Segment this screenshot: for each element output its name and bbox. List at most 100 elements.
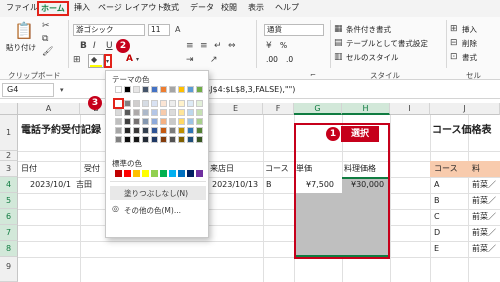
row-header-3[interactable]: 3	[0, 161, 18, 177]
theme-color-swatch[interactable]	[187, 86, 194, 93]
table-format-button[interactable]: テーブルとして書式設定	[346, 38, 428, 49]
theme-color-swatch[interactable]	[124, 127, 131, 134]
theme-color-swatch[interactable]	[196, 118, 203, 125]
grow-font-icon[interactable]: A	[175, 25, 180, 35]
theme-color-swatch[interactable]	[178, 100, 185, 107]
font-size-select[interactable]: 11	[148, 24, 170, 36]
font-name-select[interactable]: 游ゴシック	[73, 24, 145, 36]
bold-icon[interactable]: B	[80, 41, 87, 51]
fill-color-dropdown[interactable]: ▾	[104, 54, 112, 68]
more-colors-item[interactable]: その他の色(M)...	[124, 205, 181, 216]
standard-color-swatch[interactable]	[133, 170, 140, 177]
menu-review[interactable]: 校閲	[221, 2, 237, 13]
theme-color-swatch[interactable]	[178, 127, 185, 134]
column-header-g[interactable]: G	[294, 103, 342, 115]
row-header-9[interactable]: 9	[0, 257, 18, 282]
theme-color-swatch[interactable]	[160, 118, 167, 125]
column-header-i[interactable]: I	[390, 103, 430, 115]
standard-color-swatch[interactable]	[178, 170, 185, 177]
theme-color-swatch[interactable]	[133, 86, 140, 93]
merge-cells-icon[interactable]: ⇔	[228, 41, 236, 51]
theme-color-swatch[interactable]	[151, 136, 158, 143]
course-item-b[interactable]: 前菜／	[472, 193, 496, 209]
menu-home[interactable]: ホーム	[37, 1, 69, 16]
theme-color-swatch[interactable]	[160, 109, 167, 116]
theme-color-swatch[interactable]	[151, 100, 158, 107]
course-item-c[interactable]: 前菜／	[472, 209, 496, 225]
cell-e4[interactable]: 2023/10/13	[212, 177, 258, 193]
standard-color-swatch[interactable]	[124, 170, 131, 177]
theme-color-swatch[interactable]	[124, 100, 131, 107]
theme-color-swatch[interactable]	[115, 127, 122, 134]
font-color-dropdown-icon[interactable]: ▾	[136, 55, 139, 65]
theme-color-swatch[interactable]	[133, 109, 140, 116]
course-c[interactable]: C	[434, 209, 440, 225]
row-header-8[interactable]: 8	[0, 241, 18, 257]
theme-color-swatch[interactable]	[151, 118, 158, 125]
header-visit-date[interactable]: 来店日	[210, 161, 234, 177]
conditional-format-button[interactable]: 条件付き書式	[346, 24, 391, 35]
row-header-2[interactable]: 2	[0, 151, 18, 161]
theme-color-swatch[interactable]	[133, 127, 140, 134]
theme-color-swatch[interactable]	[196, 109, 203, 116]
format-cells-button[interactable]: 書式	[462, 52, 477, 63]
menu-insert[interactable]: 挿入	[74, 2, 90, 13]
underline-icon[interactable]: U	[106, 41, 113, 51]
header-course[interactable]: コース	[265, 161, 289, 177]
course-item-a[interactable]: 前菜／	[472, 177, 496, 193]
percent-button[interactable]: %	[280, 41, 287, 50]
cell-f4[interactable]: B	[266, 177, 272, 193]
cell-a4[interactable]: 2023/10/1	[30, 177, 71, 193]
standard-color-swatch[interactable]	[142, 170, 149, 177]
theme-color-swatch[interactable]	[142, 136, 149, 143]
decrease-decimal-button[interactable]: .0	[286, 55, 293, 64]
italic-icon[interactable]: I	[93, 41, 96, 51]
row-header-1[interactable]: 1	[0, 115, 18, 151]
indent-icon[interactable]: ⇥	[186, 55, 194, 65]
course-price-title[interactable]: コース価格表	[432, 123, 492, 139]
course-item-header[interactable]: 料	[472, 161, 480, 177]
course-e[interactable]: E	[434, 241, 439, 257]
theme-color-swatch[interactable]	[115, 136, 122, 143]
paste-icon[interactable]: 📋	[14, 23, 34, 39]
theme-color-swatch[interactable]	[115, 118, 122, 125]
course-a[interactable]: A	[434, 177, 439, 193]
name-box[interactable]: G4	[2, 83, 54, 97]
theme-color-swatch[interactable]	[178, 136, 185, 143]
theme-color-swatch[interactable]	[187, 118, 194, 125]
theme-color-swatch[interactable]	[151, 109, 158, 116]
delete-cells-button[interactable]: 削除	[462, 38, 477, 49]
menu-page-layout[interactable]: ページ レイアウト	[98, 2, 164, 13]
theme-color-swatch[interactable]	[124, 136, 131, 143]
course-b[interactable]: B	[434, 193, 440, 209]
column-header-e[interactable]: E	[209, 103, 263, 115]
fill-color-button[interactable]: ◆	[88, 54, 104, 68]
theme-color-swatch[interactable]	[160, 136, 167, 143]
theme-color-swatch[interactable]	[169, 86, 176, 93]
theme-color-swatch[interactable]	[169, 100, 176, 107]
theme-color-swatch[interactable]	[124, 109, 131, 116]
theme-color-swatch[interactable]	[142, 127, 149, 134]
cell-style-button[interactable]: セルのスタイル	[346, 52, 399, 63]
format-painter-icon[interactable]: 🖌	[42, 47, 53, 57]
theme-color-swatch[interactable]	[160, 127, 167, 134]
column-header-a[interactable]: A	[18, 103, 80, 115]
theme-color-swatch[interactable]	[196, 86, 203, 93]
menu-help[interactable]: ヘルプ	[275, 2, 299, 13]
align-center-icon[interactable]: ≡	[186, 41, 194, 51]
theme-color-swatch[interactable]	[187, 100, 194, 107]
wrap-text-icon[interactable]: ↵	[214, 41, 222, 51]
theme-color-swatch[interactable]	[160, 100, 167, 107]
theme-color-swatch[interactable]	[178, 118, 185, 125]
insert-cells-button[interactable]: 挿入	[462, 24, 477, 35]
standard-color-swatch[interactable]	[160, 170, 167, 177]
row-header-6[interactable]: 6	[0, 209, 18, 225]
currency-icon[interactable]: ¥	[266, 41, 272, 51]
increase-decimal-button[interactable]: .00	[266, 55, 278, 64]
theme-color-swatch[interactable]	[142, 100, 149, 107]
standard-color-swatch[interactable]	[196, 170, 203, 177]
column-header-f[interactable]: F	[263, 103, 294, 115]
standard-color-swatch[interactable]	[151, 170, 158, 177]
menu-data[interactable]: データ	[190, 2, 214, 13]
theme-color-swatch[interactable]	[151, 86, 158, 93]
